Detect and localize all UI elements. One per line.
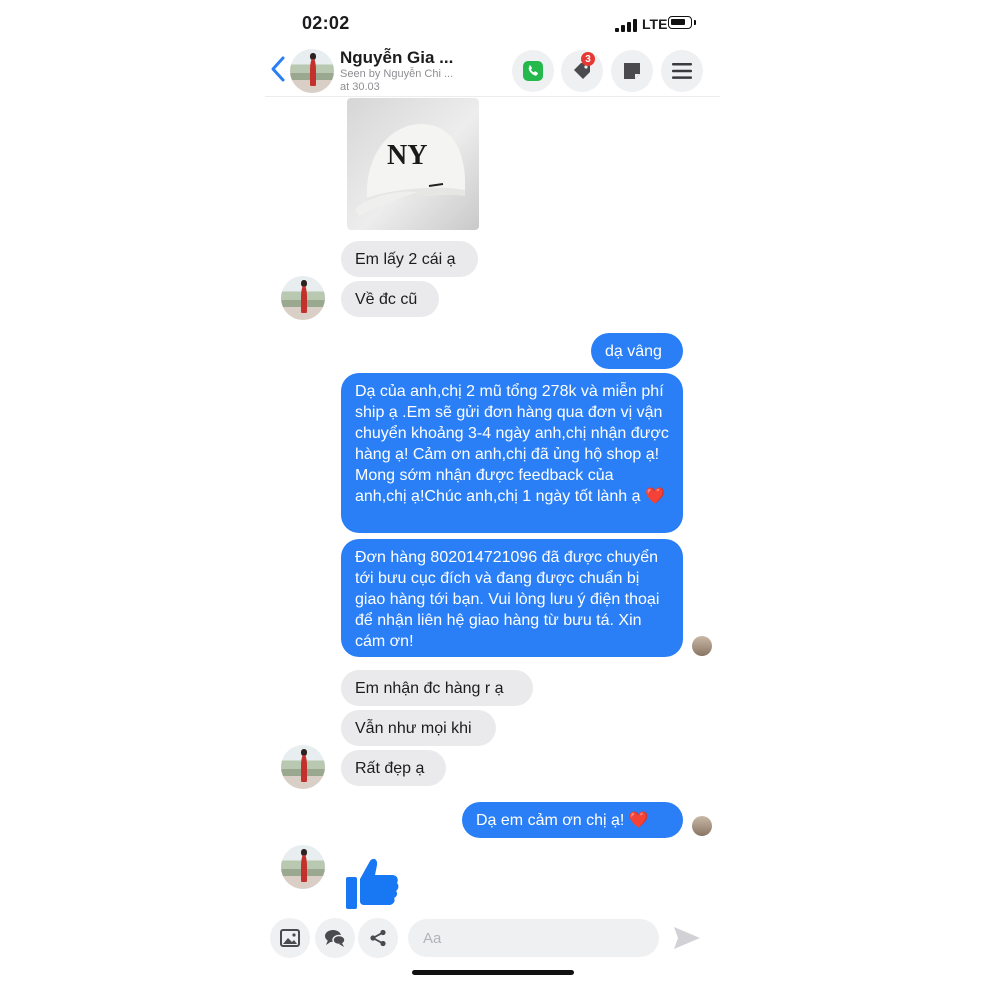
thumbs-up-icon[interactable] [344,855,400,911]
network-label: LTE [642,16,668,32]
contact-avatar[interactable] [290,49,334,93]
svg-text:NY: NY [387,140,427,171]
notification-badge: 3 [581,52,595,66]
header-divider [265,96,720,97]
note-icon [624,63,640,79]
seen-time-text: at 30.03 [340,81,380,93]
seen-status: Seen by Nguyễn Chi ... at 30.03 [340,68,470,94]
battery-icon [668,16,696,29]
phone-icon [523,61,543,81]
contact-name[interactable]: Nguyễn Gia ... [340,48,453,68]
tag-button[interactable]: 3 [561,50,603,92]
back-chevron-icon[interactable] [268,55,290,83]
heart-emoji: ❤️ [644,488,665,505]
message-bubble[interactable]: dạ vâng [591,333,683,369]
seen-by-text: Seen by Nguyễn Chi ... [340,68,454,80]
chat-bubbles-icon [325,930,346,947]
send-icon[interactable] [671,922,703,954]
message-text: Dạ của anh,chị 2 mũ tổng 278k và miễn ph… [355,383,674,505]
message-bubble[interactable]: Em nhận đc hàng r ạ [341,670,533,706]
message-bubble[interactable]: Dạ em cảm ơn chị ạ! ❤️ [462,802,683,838]
message-input[interactable] [423,929,643,947]
sender-avatar [281,276,325,320]
heart-emoji: ❤️ [628,811,649,829]
message-text: Dạ em cảm ơn chị ạ! [476,811,625,829]
message-bubble[interactable]: Vẫn như mọi khi [341,710,496,746]
signal-icon [615,18,637,32]
message-bubble[interactable]: Rất đẹp ạ [341,750,446,786]
sender-avatar [281,845,325,889]
call-button[interactable] [512,50,554,92]
message-bubble[interactable]: Em lấy 2 cái ạ [341,241,478,277]
share-icon [370,929,386,947]
sender-avatar [281,745,325,789]
chat-button[interactable] [315,918,355,958]
message-input-box[interactable] [408,919,659,957]
status-time: 02:02 [302,13,350,33]
home-indicator [412,970,574,975]
read-receipt-avatar [692,636,712,656]
image-icon [280,929,300,947]
read-receipt-avatar [692,816,712,836]
menu-button[interactable] [661,50,703,92]
note-button[interactable] [611,50,653,92]
message-bubble[interactable]: Đơn hàng 802014721096 đã được chuyển tới… [341,539,683,657]
cap-photo[interactable]: NY [347,98,479,230]
photo-button[interactable] [270,918,310,958]
hamburger-icon [672,63,692,79]
share-button[interactable] [358,918,398,958]
message-bubble[interactable]: Dạ của anh,chị 2 mũ tổng 278k và miễn ph… [341,373,683,533]
message-bubble[interactable]: Về đc cũ [341,281,439,317]
